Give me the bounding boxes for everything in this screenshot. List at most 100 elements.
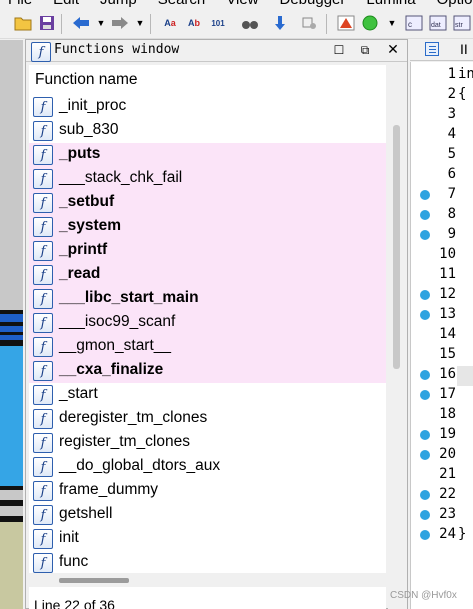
breakpoint-dot-icon[interactable] bbox=[420, 230, 430, 240]
breakpoint-dot-icon[interactable] bbox=[420, 530, 430, 540]
vertical-scrollbar[interactable] bbox=[388, 65, 407, 609]
function-icon: f bbox=[33, 457, 53, 477]
function-name: deregister_tm_clones bbox=[59, 409, 208, 426]
horizontal-scrollbar[interactable] bbox=[29, 573, 386, 587]
function-row[interactable]: f func bbox=[29, 551, 386, 575]
search-text-icon[interactable]: Aa bbox=[160, 13, 180, 33]
navigation-overview[interactable] bbox=[0, 40, 23, 609]
function-row[interactable]: f deregister_tm_clones bbox=[29, 407, 386, 431]
hex-view-icon[interactable]: dat bbox=[428, 13, 448, 33]
save-icon[interactable] bbox=[37, 13, 57, 33]
line-number: 23 bbox=[439, 506, 456, 522]
function-row[interactable]: f getshell bbox=[29, 503, 386, 527]
horizontal-scroll-thumb[interactable] bbox=[59, 578, 129, 583]
function-name: ___stack_chk_fail bbox=[59, 169, 183, 186]
menu-item[interactable]: Debugger bbox=[280, 0, 346, 8]
function-row[interactable]: f __gmon_start__ bbox=[29, 335, 386, 359]
breakpoint-dot-icon[interactable] bbox=[420, 290, 430, 300]
column-header-function-name[interactable]: Function name bbox=[35, 71, 138, 89]
line-number: 12 bbox=[439, 286, 456, 302]
menu-item[interactable]: View bbox=[226, 0, 258, 8]
function-row[interactable]: f _init_proc bbox=[29, 95, 386, 119]
back-arrow-icon[interactable] bbox=[71, 13, 91, 33]
function-row[interactable]: f sub_830 bbox=[29, 119, 386, 143]
svg-text:c: c bbox=[408, 20, 412, 29]
function-row[interactable]: f __cxa_finalize bbox=[29, 359, 386, 383]
function-icon: f bbox=[33, 313, 53, 333]
function-row[interactable]: f frame_dummy bbox=[29, 479, 386, 503]
function-row[interactable]: f ___stack_chk_fail bbox=[29, 167, 386, 191]
maximize-icon[interactable]: ☐ bbox=[332, 43, 346, 57]
function-icon: f bbox=[31, 42, 51, 62]
menu-item[interactable]: Edit bbox=[53, 0, 79, 8]
code-text[interactable]: { bbox=[458, 86, 466, 102]
jump-down-icon[interactable] bbox=[270, 13, 290, 33]
function-name: __do_global_dtors_aux bbox=[59, 457, 221, 474]
function-icon: f bbox=[33, 217, 53, 237]
line-number: 5 bbox=[447, 146, 456, 162]
code-text[interactable]: in bbox=[458, 66, 473, 82]
start-process-icon[interactable] bbox=[360, 13, 380, 33]
breakpoint-dot-icon[interactable] bbox=[420, 190, 430, 200]
function-row[interactable]: f _system bbox=[29, 215, 386, 239]
function-name: ___libc_start_main bbox=[59, 289, 199, 306]
function-icon: f bbox=[33, 433, 53, 453]
cross-ref-icon[interactable] bbox=[300, 13, 320, 33]
breakpoint-dot-icon[interactable] bbox=[420, 370, 430, 380]
function-name: sub_830 bbox=[59, 121, 119, 138]
function-row[interactable]: f ___isoc99_scanf bbox=[29, 311, 386, 335]
close-icon[interactable]: ✕ bbox=[386, 41, 400, 58]
pseudocode-icon[interactable]: c bbox=[404, 13, 424, 33]
forward-dropdown-icon[interactable]: ▼ bbox=[130, 13, 150, 33]
function-row[interactable]: f init bbox=[29, 527, 386, 551]
status-line: Line 22 of 36 bbox=[34, 597, 115, 609]
menu-item[interactable]: Options bbox=[437, 0, 473, 8]
breakpoint-dot-icon[interactable] bbox=[420, 450, 430, 460]
toolbar: ▼ ▼ Aa Ab 101 ▼ c dat str bbox=[0, 9, 473, 39]
pseudocode-view[interactable]: 1 in 2{3 4 5 6 7 8 9 10 11 12 13 14 15 16 17 18 19 20 21 22 23… bbox=[410, 62, 473, 609]
function-row[interactable]: f _puts bbox=[29, 143, 386, 167]
menu-item[interactable]: Jump bbox=[100, 0, 137, 8]
line-number: 9 bbox=[447, 226, 456, 242]
breakpoint-dot-icon[interactable] bbox=[420, 390, 430, 400]
back-dropdown-icon[interactable]: ▼ bbox=[91, 13, 111, 33]
function-name: __gmon_start__ bbox=[59, 337, 172, 354]
code-text[interactable]: } bbox=[458, 526, 466, 542]
function-row[interactable]: f ___libc_start_main bbox=[29, 287, 386, 311]
function-list[interactable]: Function name f _init_proc f sub_830 f _puts f… bbox=[29, 65, 386, 609]
function-name: register_tm_clones bbox=[59, 433, 190, 450]
function-row[interactable]: f _setbuf bbox=[29, 191, 386, 215]
debugger-dropdown-icon[interactable]: ▼ bbox=[382, 13, 402, 33]
breakpoint-dot-icon[interactable] bbox=[420, 510, 430, 520]
function-row[interactable]: f register_tm_clones bbox=[29, 431, 386, 455]
functions-window-titlebar: f Functions window ☐ ⧉ ✕ bbox=[26, 40, 407, 62]
menu-item[interactable]: Search bbox=[158, 0, 206, 8]
open-file-icon[interactable] bbox=[13, 13, 33, 33]
breakpoint-dot-icon[interactable] bbox=[420, 430, 430, 440]
menu-item[interactable]: File bbox=[8, 0, 32, 8]
menu-item[interactable]: Lumina bbox=[366, 0, 415, 8]
function-icon: f bbox=[33, 337, 53, 357]
function-row[interactable]: f _read bbox=[29, 263, 386, 287]
breakpoint-dot-icon[interactable] bbox=[420, 210, 430, 220]
function-row[interactable]: f __do_global_dtors_aux bbox=[29, 455, 386, 479]
breakpoint-dot-icon[interactable] bbox=[420, 490, 430, 500]
line-number: 21 bbox=[439, 466, 456, 482]
function-icon: f bbox=[33, 97, 53, 117]
search-sequence-icon[interactable]: Ab bbox=[184, 13, 204, 33]
binoculars-icon[interactable] bbox=[240, 13, 260, 33]
line-number: 7 bbox=[447, 186, 456, 202]
strings-view-icon[interactable]: str bbox=[452, 13, 472, 33]
function-icon: f bbox=[33, 241, 53, 261]
restore-icon[interactable]: ⧉ bbox=[358, 43, 372, 58]
vertical-scroll-thumb[interactable] bbox=[393, 125, 400, 369]
tab-pseudocode[interactable]: II bbox=[410, 39, 473, 61]
breakpoint-dot-icon[interactable] bbox=[420, 310, 430, 320]
line-number: 24 bbox=[439, 526, 456, 542]
search-immediate-icon[interactable]: 101 bbox=[208, 13, 228, 33]
function-row[interactable]: f _start bbox=[29, 383, 386, 407]
breakpoint-warning-icon[interactable] bbox=[336, 13, 356, 33]
function-name: _puts bbox=[59, 145, 101, 162]
forward-arrow-icon[interactable] bbox=[110, 13, 130, 33]
function-row[interactable]: f _printf bbox=[29, 239, 386, 263]
